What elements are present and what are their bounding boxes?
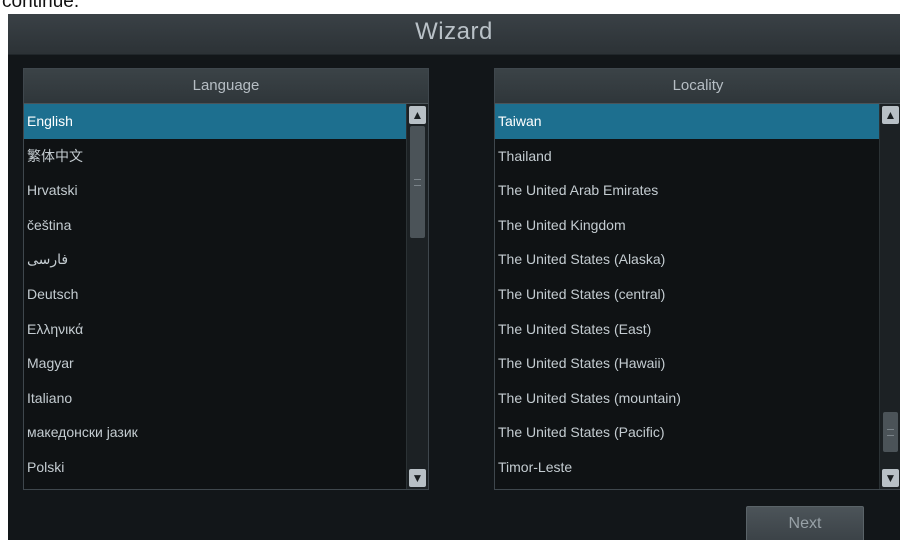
locality-item[interactable]: The United States (Hawaii)	[495, 346, 880, 381]
title-bar: Wizard	[8, 14, 900, 55]
locality-item[interactable]: Taiwan	[495, 104, 880, 139]
page-fragment-text: continue.	[2, 0, 80, 12]
locality-item[interactable]: Thailand	[495, 139, 880, 174]
locality-item[interactable]: The United States (Alaska)	[495, 242, 880, 277]
locality-scroll-thumb[interactable]	[883, 412, 898, 452]
window-title: Wizard	[415, 18, 493, 45]
language-item[interactable]: Hrvatski	[24, 173, 407, 208]
language-item[interactable]: Polski	[24, 450, 407, 485]
language-panel: Language English 繁体中文 Hrvatski čeština ف…	[23, 68, 429, 490]
language-item[interactable]: čeština	[24, 208, 407, 243]
language-item[interactable]: English	[24, 104, 407, 139]
locality-item[interactable]: The United States (central)	[495, 277, 880, 312]
locality-item[interactable]: The United Kingdom	[495, 208, 880, 243]
language-header: Language	[24, 69, 428, 104]
locality-item[interactable]: The United States (mountain)	[495, 381, 880, 416]
locality-panel: Locality Taiwan Thailand The United Arab…	[494, 68, 900, 490]
locality-scrollbar[interactable]: ▲ ▼	[879, 104, 900, 489]
language-scrollbar[interactable]: ▲ ▼	[406, 104, 428, 489]
locality-header: Locality	[495, 69, 900, 104]
language-item[interactable]: Deutsch	[24, 277, 407, 312]
chevron-down-icon[interactable]: ▼	[409, 469, 426, 487]
language-item[interactable]: Italiano	[24, 381, 407, 416]
chevron-up-icon[interactable]: ▲	[409, 106, 426, 124]
language-item[interactable]: Magyar	[24, 346, 407, 381]
language-item[interactable]: 繁体中文	[24, 139, 407, 174]
chevron-up-icon[interactable]: ▲	[882, 106, 899, 124]
locality-item[interactable]: The United States (East)	[495, 312, 880, 347]
language-scroll-thumb[interactable]	[410, 126, 425, 238]
next-button[interactable]: Next	[746, 506, 864, 540]
wizard-dialog: Wizard Language English 繁体中文 Hrvatski če…	[8, 14, 900, 540]
language-item[interactable]: македонски јазик	[24, 415, 407, 450]
locality-list[interactable]: Taiwan Thailand The United Arab Emirates…	[495, 104, 880, 489]
language-item[interactable]: فارسی	[24, 242, 407, 277]
locality-item[interactable]: The United States (Pacific)	[495, 415, 880, 450]
page-fragment: continue.	[0, 0, 900, 14]
locality-item[interactable]: Timor-Leste	[495, 450, 880, 485]
language-list[interactable]: English 繁体中文 Hrvatski čeština فارسی Deut…	[24, 104, 407, 489]
language-item[interactable]: Ελληνικά	[24, 312, 407, 347]
locality-item[interactable]: The United Arab Emirates	[495, 173, 880, 208]
chevron-down-icon[interactable]: ▼	[882, 469, 899, 487]
